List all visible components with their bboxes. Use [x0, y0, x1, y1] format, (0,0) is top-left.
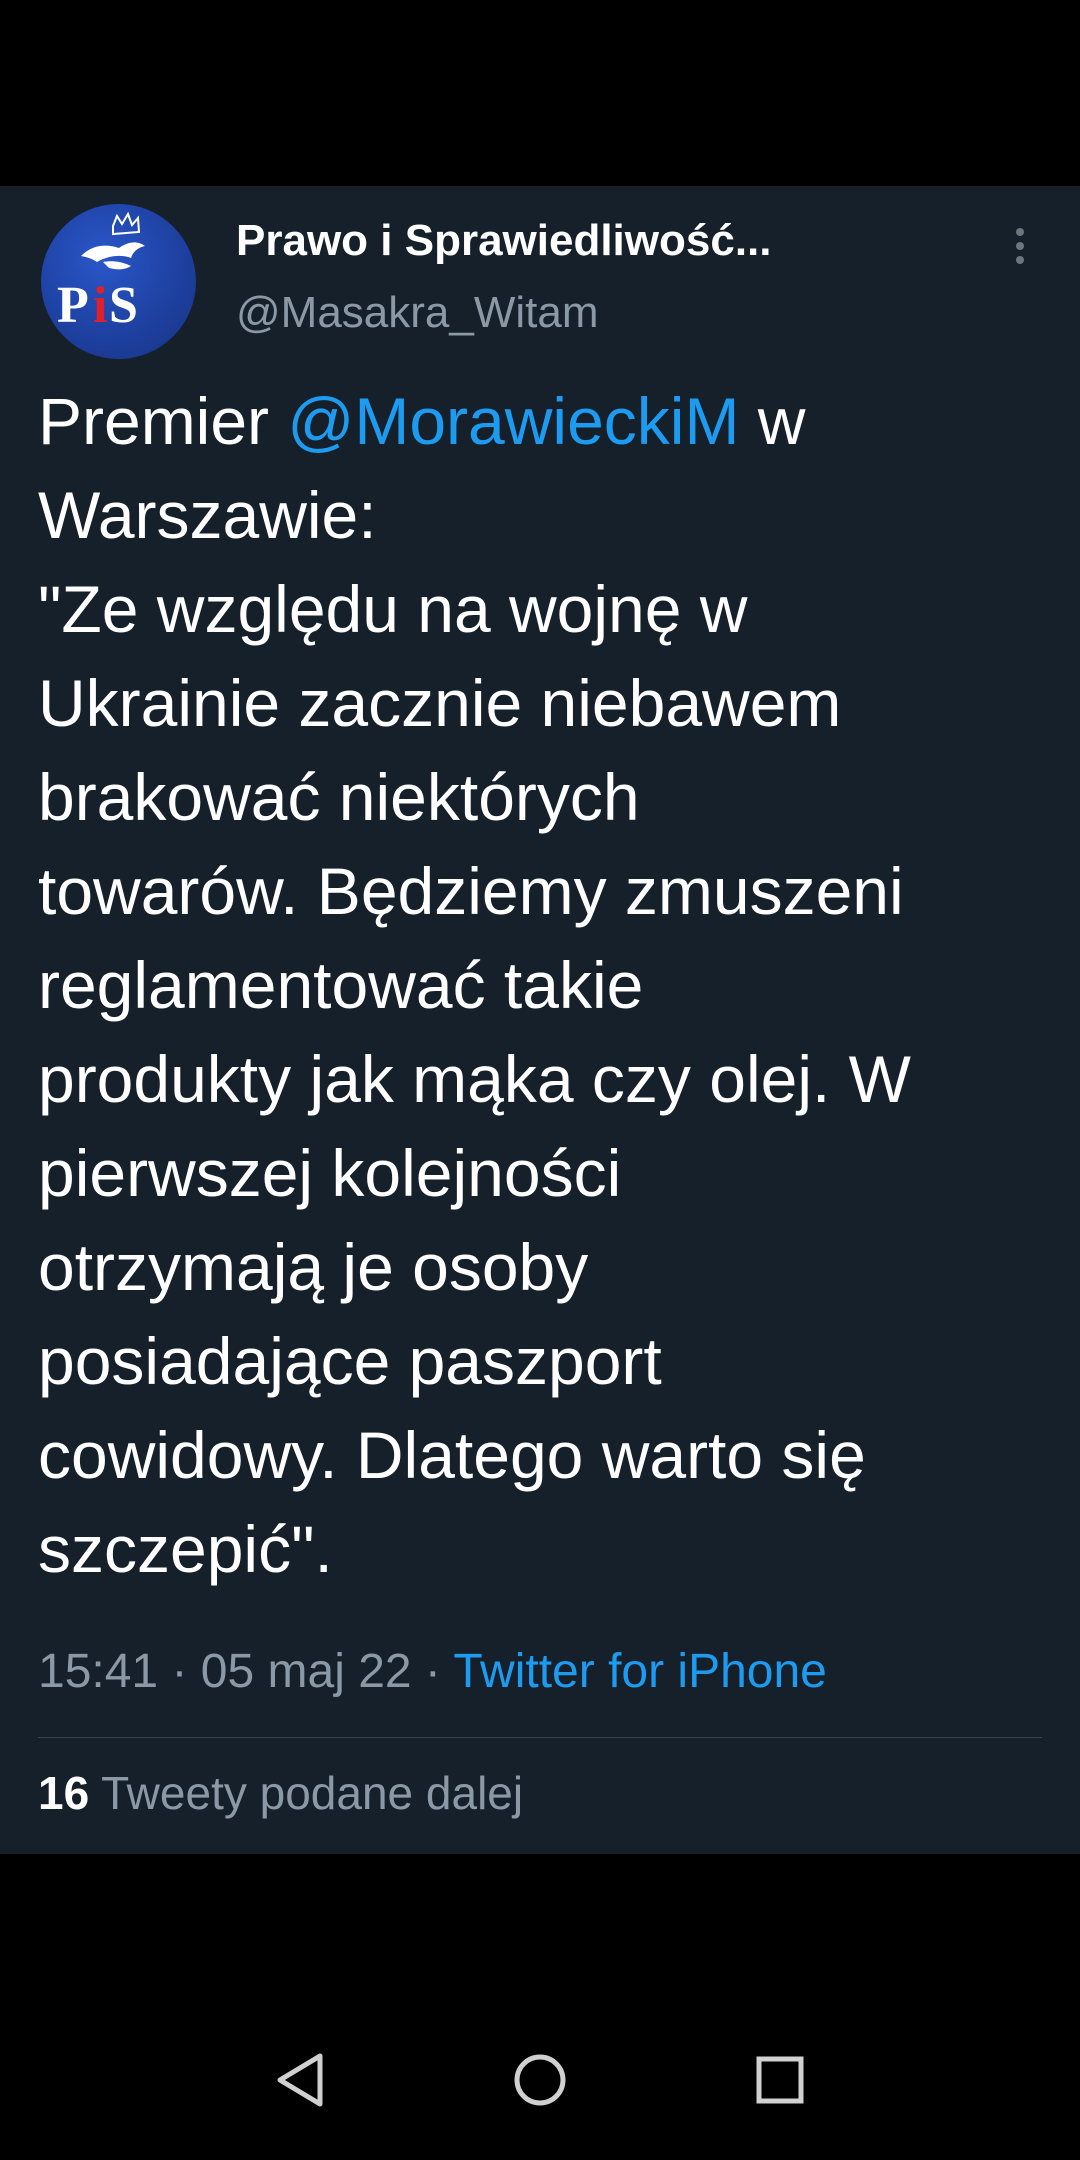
tweet-card[interactable]: P i S Prawo i Sprawiedliwość... @Masakra…: [0, 186, 1080, 1854]
svg-text:P: P: [57, 277, 89, 334]
recents-square-icon[interactable]: [740, 2040, 820, 2120]
system-navigation-bar: [0, 2040, 1080, 2160]
author-handle[interactable]: @Masakra_Witam: [236, 288, 599, 338]
back-triangle-icon[interactable]: [262, 2040, 342, 2120]
tweet-meta: 15:41 · 05 maj 22 · Twitter for iPhone: [38, 1644, 827, 1699]
tweet-text-intro: Premier: [38, 384, 288, 458]
svg-text:i: i: [93, 277, 107, 334]
mention-link[interactable]: @MorawieckiM: [287, 384, 739, 458]
meta-separator: ·: [158, 1645, 201, 1698]
retweet-count: 16: [38, 1767, 90, 1819]
meta-separator: ·: [411, 1645, 454, 1698]
avatar[interactable]: P i S: [41, 204, 196, 359]
author-name[interactable]: Prawo i Sprawiedliwość...: [236, 216, 772, 266]
tweet-text-body: w Warszawie: "Ze względu na wojnę w Ukra…: [38, 384, 911, 1586]
tweet-source-link[interactable]: Twitter for iPhone: [453, 1645, 827, 1698]
tweet-date: 05 maj 22: [200, 1645, 412, 1698]
retweet-label: Tweety podane dalej: [89, 1767, 524, 1819]
divider: [38, 1737, 1042, 1738]
tweet-time: 15:41: [38, 1645, 159, 1698]
pis-logo-icon: P i S: [57, 211, 145, 334]
more-options-icon[interactable]: [1000, 222, 1040, 278]
home-circle-icon[interactable]: [500, 2040, 580, 2120]
retweets-stat[interactable]: 16 Tweety podane dalej: [38, 1766, 523, 1820]
tweet-text: Premier @MorawieckiM w Warszawie: "Ze wz…: [38, 374, 1058, 1596]
svg-text:S: S: [109, 277, 138, 334]
